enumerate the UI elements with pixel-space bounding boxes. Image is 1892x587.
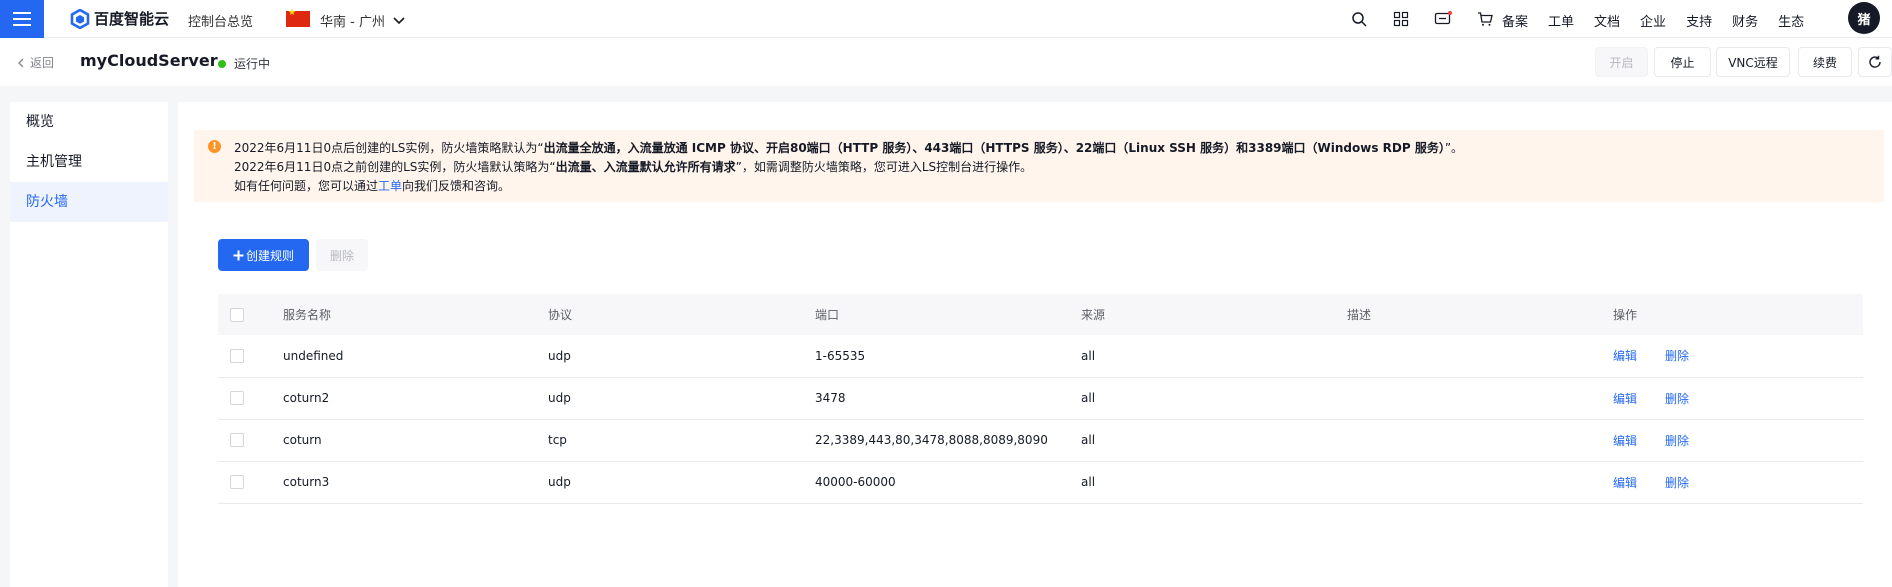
alert-line-1: 2022年6月11日0点后创建的LS实例，防火墙策略默认为“出流量全放通，入流量… bbox=[234, 141, 1464, 155]
select-all-checkbox[interactable] bbox=[230, 307, 244, 322]
col-protocol: 协议 bbox=[538, 294, 805, 335]
table-row: undefined udp 1-65535 all 编辑 删除 bbox=[218, 335, 1863, 378]
cell-service-name: coturn3 bbox=[273, 461, 538, 504]
cell-service-name: coturn2 bbox=[273, 377, 538, 420]
nav-beian[interactable]: 备案 bbox=[1502, 11, 1528, 30]
cloud-logo-icon bbox=[70, 8, 90, 29]
delete-link[interactable]: 删除 bbox=[1665, 392, 1689, 406]
region-label: 华南 - 广州 bbox=[320, 15, 385, 30]
notice-alert: ! 2022年6月11日0点后创建的LS实例，防火墙策略默认为“出流量全放通，入… bbox=[194, 130, 1884, 202]
back-button[interactable]: 返回 bbox=[18, 54, 54, 71]
chevron-down-icon bbox=[393, 16, 405, 24]
cell-description bbox=[1337, 335, 1603, 378]
col-port: 端口 bbox=[805, 294, 1071, 335]
table-row: coturn3 udp 40000-60000 all 编辑 删除 bbox=[218, 461, 1863, 504]
renew-button[interactable]: 续费 bbox=[1798, 47, 1852, 77]
bulk-delete-button[interactable]: 删除 bbox=[316, 239, 368, 271]
cell-source: all bbox=[1071, 377, 1337, 420]
brand-name: 百度智能云 bbox=[94, 10, 170, 28]
cell-description bbox=[1337, 419, 1603, 462]
delete-link[interactable]: 删除 bbox=[1665, 349, 1689, 363]
back-label: 返回 bbox=[30, 56, 55, 70]
cell-port: 40000-60000 bbox=[805, 461, 1071, 504]
cell-port: 3478 bbox=[805, 377, 1071, 420]
alert-line-2: 2022年6月11日0点之前创建的LS实例，防火墙默认策略为“出流量、入流量默认… bbox=[234, 160, 1033, 174]
user-avatar[interactable]: 猪 bbox=[1848, 2, 1880, 34]
nav-finance[interactable]: 财务 bbox=[1732, 11, 1758, 30]
col-service-name: 服务名称 bbox=[273, 294, 538, 335]
main-content: ! 2022年6月11日0点后创建的LS实例，防火墙策略默认为“出流量全放通，入… bbox=[178, 102, 1892, 587]
table-row: coturn2 udp 3478 all 编辑 删除 bbox=[218, 377, 1863, 420]
sidebar: 概览 主机管理 防火墙 bbox=[10, 102, 168, 587]
cell-service-name: undefined bbox=[273, 335, 538, 378]
warning-icon: ! bbox=[208, 140, 221, 153]
nav-ticket[interactable]: 工单 bbox=[1548, 11, 1574, 30]
cell-port: 1-65535 bbox=[805, 335, 1071, 378]
cell-protocol: udp bbox=[538, 377, 805, 420]
cart-icon[interactable] bbox=[1464, 8, 1506, 30]
cell-description bbox=[1337, 461, 1603, 504]
cell-protocol: udp bbox=[538, 461, 805, 504]
running-status-dot bbox=[218, 59, 226, 68]
row-checkbox[interactable] bbox=[230, 433, 244, 448]
delete-link[interactable]: 删除 bbox=[1665, 434, 1689, 448]
cell-description bbox=[1337, 377, 1603, 420]
cell-source: all bbox=[1071, 461, 1337, 504]
stop-button[interactable]: 停止 bbox=[1654, 47, 1711, 77]
alert-line-3: 如有任何问题，您可以通过工单向我们反馈和咨询。 bbox=[234, 179, 511, 193]
status-badge: 运行中 bbox=[218, 55, 270, 72]
status-label: 运行中 bbox=[234, 57, 271, 71]
cell-protocol: udp bbox=[538, 335, 805, 378]
instance-header: 返回 myCloudServer 运行中 开启 停止 VNC远程 续费 bbox=[0, 38, 1892, 86]
create-rule-button[interactable]: 创建规则 bbox=[218, 239, 309, 271]
page-title: myCloudServer bbox=[80, 51, 218, 70]
sidebar-item-host-management[interactable]: 主机管理 bbox=[10, 142, 168, 182]
china-flag-icon bbox=[286, 8, 310, 27]
nav-docs[interactable]: 文档 bbox=[1594, 11, 1620, 30]
message-icon[interactable] bbox=[1422, 8, 1464, 30]
nav-support[interactable]: 支持 bbox=[1686, 11, 1712, 30]
row-checkbox[interactable] bbox=[230, 349, 244, 363]
edit-link[interactable]: 编辑 bbox=[1613, 392, 1637, 406]
cell-source: all bbox=[1071, 419, 1337, 462]
region-selector[interactable]: 华南 - 广州 bbox=[320, 11, 405, 30]
brand-logo[interactable]: 百度智能云 bbox=[70, 8, 169, 29]
delete-link[interactable]: 删除 bbox=[1665, 476, 1689, 490]
col-description: 描述 bbox=[1337, 294, 1603, 335]
refresh-button[interactable] bbox=[1858, 47, 1892, 77]
cell-port: 22,3389,443,80,3478,8088,8089,8090 bbox=[805, 419, 1071, 462]
start-button[interactable]: 开启 bbox=[1595, 47, 1648, 77]
header-checkbox-cell bbox=[218, 294, 273, 335]
ticket-link[interactable]: 工单 bbox=[378, 179, 402, 193]
edit-link[interactable]: 编辑 bbox=[1613, 476, 1637, 490]
nav-enterprise[interactable]: 企业 bbox=[1640, 11, 1666, 30]
top-navbar: 百度智能云 控制台总览 华南 - 广州 备案 工单 文档 企业 支持 财务 生态… bbox=[0, 0, 1892, 38]
refresh-icon bbox=[1869, 55, 1881, 68]
plus-icon bbox=[233, 250, 244, 260]
table-row: coturn tcp 22,3389,443,80,3478,8088,8089… bbox=[218, 419, 1863, 462]
console-overview-link[interactable]: 控制台总览 bbox=[188, 11, 253, 30]
col-actions: 操作 bbox=[1603, 294, 1863, 335]
edit-link[interactable]: 编辑 bbox=[1613, 349, 1637, 363]
chevron-left-icon bbox=[18, 58, 24, 67]
col-source: 来源 bbox=[1071, 294, 1337, 335]
cell-protocol: tcp bbox=[538, 419, 805, 462]
cell-source: all bbox=[1071, 335, 1337, 378]
search-icon[interactable] bbox=[1338, 8, 1380, 30]
sidebar-item-overview[interactable]: 概览 bbox=[10, 102, 168, 142]
nav-ecosystem[interactable]: 生态 bbox=[1778, 11, 1804, 30]
create-rule-label: 创建规则 bbox=[245, 248, 294, 263]
row-checkbox[interactable] bbox=[230, 475, 244, 490]
menu-icon[interactable] bbox=[0, 0, 44, 38]
firewall-rules-table: 服务名称 协议 端口 来源 描述 操作 undefined udp 1-6553… bbox=[218, 294, 1863, 504]
edit-link[interactable]: 编辑 bbox=[1613, 434, 1637, 448]
apps-grid-icon[interactable] bbox=[1380, 8, 1422, 30]
row-checkbox[interactable] bbox=[230, 391, 244, 406]
sidebar-item-firewall[interactable]: 防火墙 bbox=[10, 182, 168, 222]
table-header-row: 服务名称 协议 端口 来源 描述 操作 bbox=[218, 294, 1863, 335]
vnc-remote-button[interactable]: VNC远程 bbox=[1716, 47, 1790, 77]
cell-service-name: coturn bbox=[273, 419, 538, 462]
